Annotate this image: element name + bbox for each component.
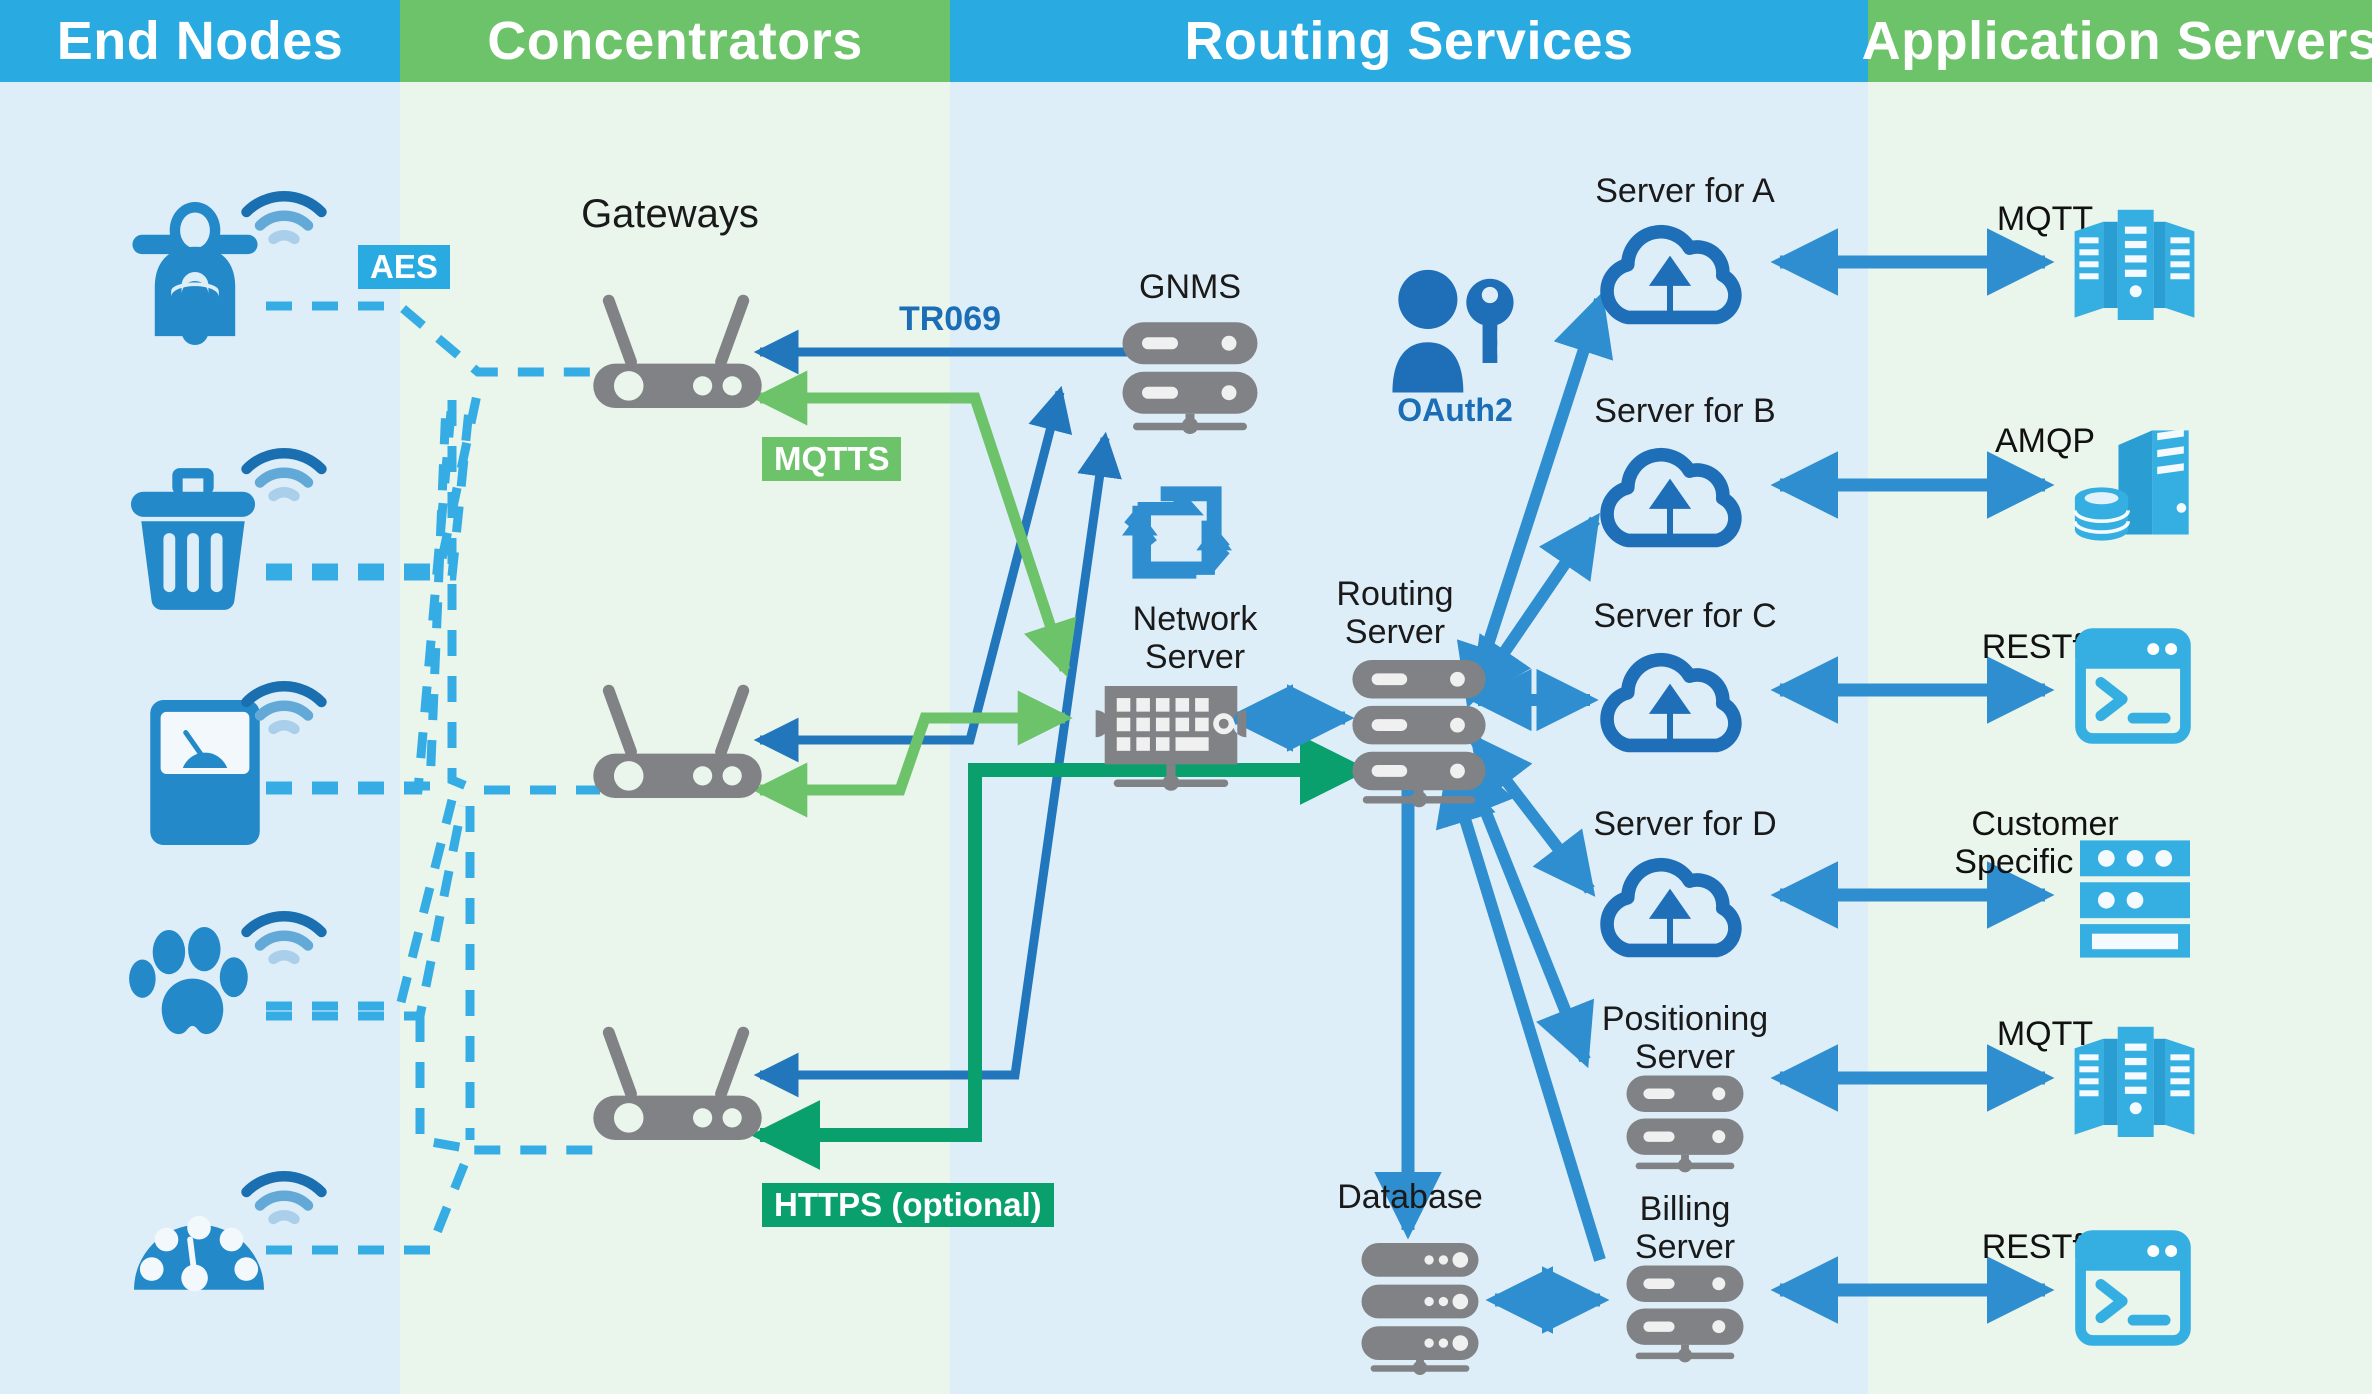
terminal-window-icon: [2075, 628, 2191, 744]
cloud-b-label: Server for B: [1594, 392, 1776, 430]
terminal-window-icon: [2075, 1230, 2191, 1346]
server-3u-icon: [1345, 660, 1493, 808]
cloud-upload-icon: [1590, 438, 1750, 548]
column-header-routing-services: Routing Services: [950, 0, 1868, 82]
gateway-router-icon: [590, 668, 765, 798]
tr069-label: TR069: [898, 300, 1002, 338]
gnms-label: GNMS: [1139, 268, 1241, 306]
server-towers-icon: [2072, 1022, 2197, 1137]
column-header-label: Routing Services: [1184, 11, 1634, 71]
wifi-signal-icon: [241, 908, 327, 968]
cloud-a-label: Server for A: [1595, 172, 1775, 210]
https-badge-label: HTTPS (optional): [774, 1186, 1042, 1223]
aes-badge: AES: [358, 245, 450, 289]
gateway-router-icon: [590, 1010, 765, 1140]
cloud-c-label: Server for C: [1593, 597, 1777, 635]
column-header-application-servers: Application Servers: [1862, 0, 2372, 82]
wifi-signal-icon: [241, 678, 327, 738]
user-key-icon: [1388, 265, 1518, 393]
sync-loop-icon: [1122, 476, 1232, 586]
server-2u-icon: [1620, 1075, 1750, 1173]
column-header-label: Application Servers: [1861, 11, 2372, 71]
network-server-label: Network Server: [1132, 600, 1258, 677]
cloud-upload-icon: [1590, 643, 1750, 753]
wifi-signal-icon: [241, 445, 327, 505]
database-stack-icon: [1355, 1243, 1485, 1375]
paw-print-icon: [129, 927, 255, 1045]
aes-badge-label: AES: [370, 248, 438, 285]
mqtts-badge: MQTTS: [762, 437, 902, 481]
database-server-icon: [2072, 428, 2194, 543]
wifi-signal-icon: [241, 1168, 327, 1228]
cloud-d-label: Server for D: [1593, 805, 1777, 843]
column-header-label: Concentrators: [487, 11, 863, 71]
https-badge: HTTPS (optional): [762, 1183, 1054, 1227]
column-header-concentrators: Concentrators: [400, 0, 950, 82]
server-2u-icon: [1620, 1265, 1750, 1363]
cloud-upload-icon: [1590, 848, 1750, 958]
oauth2-label: OAuth2: [1397, 392, 1513, 428]
network-server-icon: [1095, 680, 1247, 791]
rack-server-icon: [2080, 840, 2190, 958]
gateways-title: Gateways: [581, 192, 759, 236]
server-2u-icon: [1115, 322, 1265, 434]
column-header-end-nodes: End Nodes: [0, 0, 400, 82]
server-towers-icon: [2072, 205, 2197, 320]
column-header-label: End Nodes: [56, 11, 344, 71]
positioning-server-label: Positioning Server: [1601, 1000, 1769, 1077]
network-architecture-diagram: End Nodes Concentrators Routing Services…: [0, 0, 2372, 1394]
gateway-router-icon: [590, 278, 765, 408]
wifi-signal-icon: [241, 188, 327, 248]
database-label: Database: [1337, 1178, 1483, 1216]
trash-bin-icon: [128, 465, 258, 610]
mqtts-badge-label: MQTTS: [774, 440, 890, 477]
billing-server-label: Billing Server: [1634, 1190, 1736, 1267]
routing-server-label: Routing Server: [1336, 575, 1454, 652]
cloud-upload-icon: [1590, 215, 1750, 325]
